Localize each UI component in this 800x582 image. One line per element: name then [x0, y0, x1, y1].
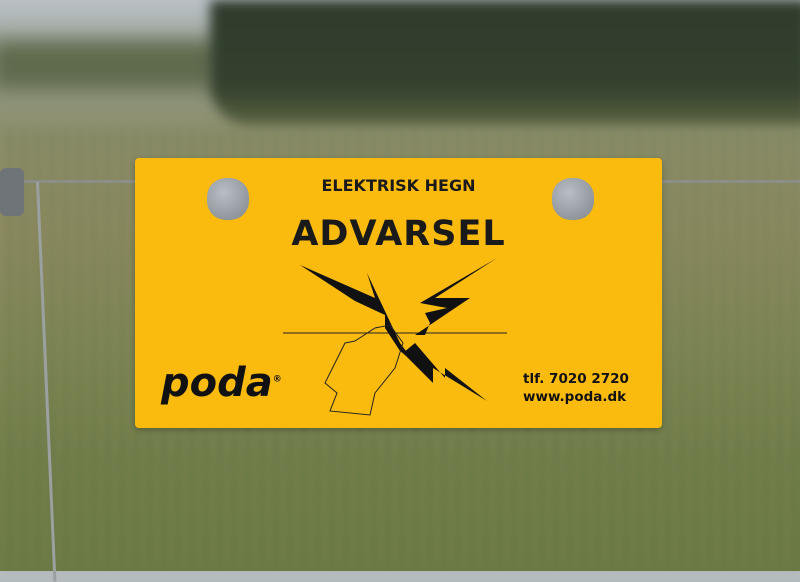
lightning-hand-icon — [283, 258, 507, 416]
background-trees-left — [0, 40, 220, 90]
contact-info: tlf. 7020 2720 www.poda.dk — [523, 370, 629, 406]
background-trees — [210, 0, 800, 125]
poda-logo: poda® — [161, 360, 282, 406]
fence-insulator — [0, 168, 24, 216]
warning-sign: ELEKTRISK HEGN ADVARSEL poda® tlf. 7020 … — [135, 158, 662, 428]
sign-title: ADVARSEL — [291, 214, 506, 254]
website: www.poda.dk — [523, 389, 627, 405]
logo-text: poda — [161, 360, 273, 406]
registered-mark: ® — [272, 374, 282, 385]
sign-heading: ELEKTRISK HEGN — [321, 176, 476, 195]
phone-number: tlf. 7020 2720 — [523, 371, 629, 387]
